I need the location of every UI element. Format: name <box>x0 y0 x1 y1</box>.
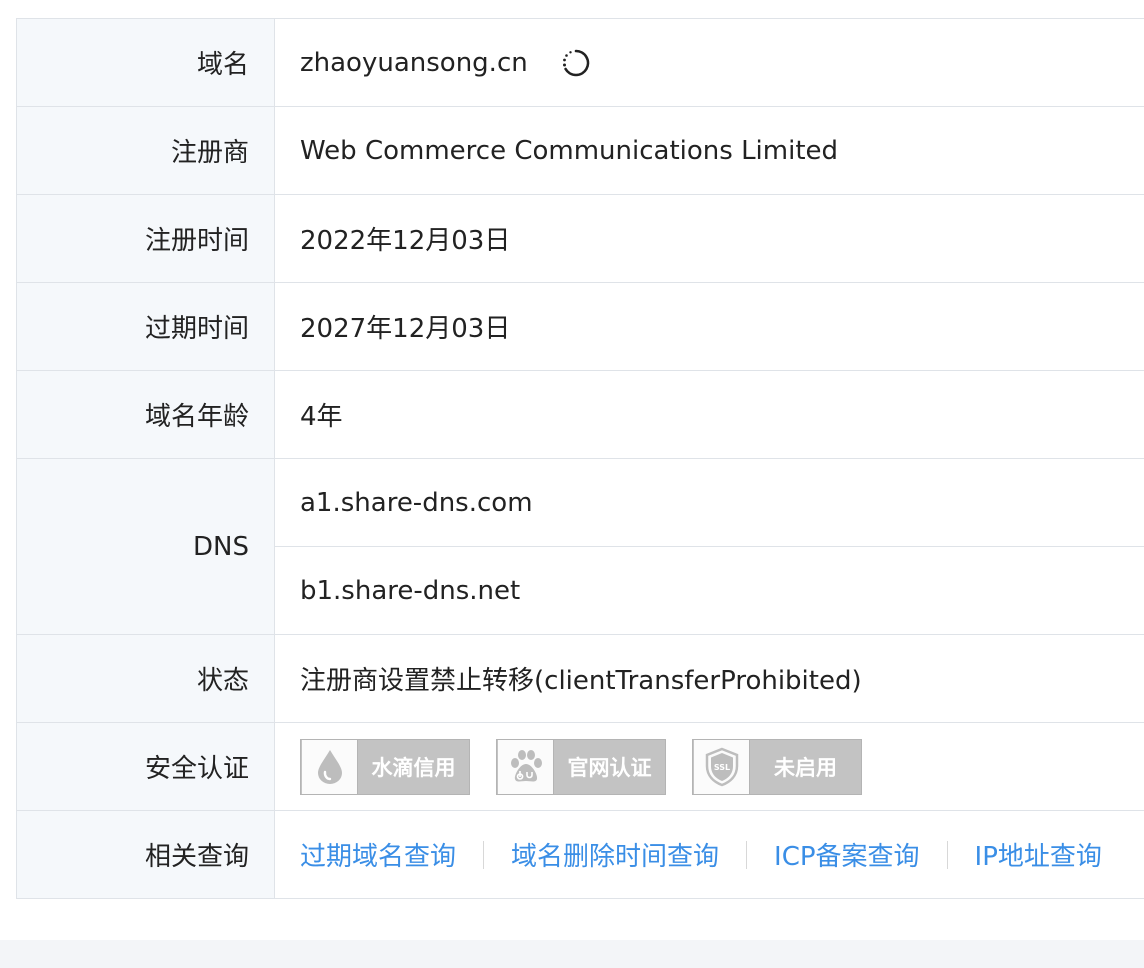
svg-text:SSL: SSL <box>713 763 729 772</box>
row-status: 状态 注册商设置禁止转移(clientTransferProhibited) <box>17 635 1144 723</box>
row-domain: 域名 zhaoyuansong.cn <box>17 19 1144 107</box>
badge-water-credit[interactable]: 水滴信用 <box>300 738 470 795</box>
row-label: DNS <box>17 459 275 634</box>
row-label: 域名 <box>17 19 275 106</box>
badge-text: 官网认证 <box>567 755 652 780</box>
link-icp-lookup[interactable]: ICP备案查询 <box>774 836 920 873</box>
link-ip-lookup[interactable]: IP地址查询 <box>975 836 1102 873</box>
dns-list: a1.share-dns.com b1.share-dns.net <box>275 459 1144 634</box>
row-age: 域名年龄 4年 <box>17 371 1144 459</box>
link-deletion-time[interactable]: 域名删除时间查询 <box>511 836 719 873</box>
row-value: 4年 <box>300 402 343 432</box>
row-value: 2022年12月03日 <box>300 226 511 256</box>
row-label: 过期时间 <box>17 283 275 370</box>
row-related: 相关查询 过期域名查询 域名删除时间查询 ICP备案查询 IP地址查询 <box>17 811 1144 899</box>
row-label: 安全认证 <box>17 723 275 810</box>
dns-server: b1.share-dns.net <box>275 546 1144 634</box>
water-drop-icon <box>302 739 358 794</box>
whois-table: 域名 zhaoyuansong.cn 注册商 Web Commerce Comm… <box>16 18 1144 899</box>
footer-band <box>0 940 1144 968</box>
badge-ssl[interactable]: SSL 未启用 <box>692 738 862 795</box>
row-created: 注册时间 2022年12月03日 <box>17 195 1144 283</box>
row-value: Web Commerce Communications Limited <box>300 135 839 166</box>
security-badges: 水滴信用 官网认证 SSL 未启用 <box>275 723 1144 810</box>
badge-text: 水滴信用 <box>371 755 456 780</box>
row-label: 注册商 <box>17 107 275 194</box>
row-label: 相关查询 <box>17 811 275 898</box>
row-value: zhaoyuansong.cn <box>275 19 1144 106</box>
row-registrar: 注册商 Web Commerce Communications Limited <box>17 107 1144 195</box>
row-security: 安全认证 水滴信用 官网认证 SSL 未启用 <box>17 723 1144 811</box>
ssl-shield-icon: SSL <box>694 739 750 794</box>
domain-name: zhaoyuansong.cn <box>300 47 528 78</box>
link-divider <box>946 840 948 869</box>
related-links: 过期域名查询 域名删除时间查询 ICP备案查询 IP地址查询 <box>275 811 1144 898</box>
row-label: 状态 <box>17 635 275 722</box>
baidu-paw-icon <box>498 739 554 794</box>
row-label: 注册时间 <box>17 195 275 282</box>
loading-spinner-icon <box>561 48 591 78</box>
link-expired-domains[interactable]: 过期域名查询 <box>300 836 456 873</box>
row-value: 2027年12月03日 <box>300 314 511 344</box>
row-label: 域名年龄 <box>17 371 275 458</box>
row-expires: 过期时间 2027年12月03日 <box>17 283 1144 371</box>
badge-text: 未启用 <box>774 755 837 780</box>
row-dns: DNS a1.share-dns.com b1.share-dns.net <box>17 459 1144 635</box>
badge-official-site[interactable]: 官网认证 <box>496 738 666 795</box>
link-divider <box>746 840 748 869</box>
row-value: 注册商设置禁止转移(clientTransferProhibited) <box>300 666 862 696</box>
dns-server: a1.share-dns.com <box>300 487 533 518</box>
link-divider <box>483 840 485 869</box>
